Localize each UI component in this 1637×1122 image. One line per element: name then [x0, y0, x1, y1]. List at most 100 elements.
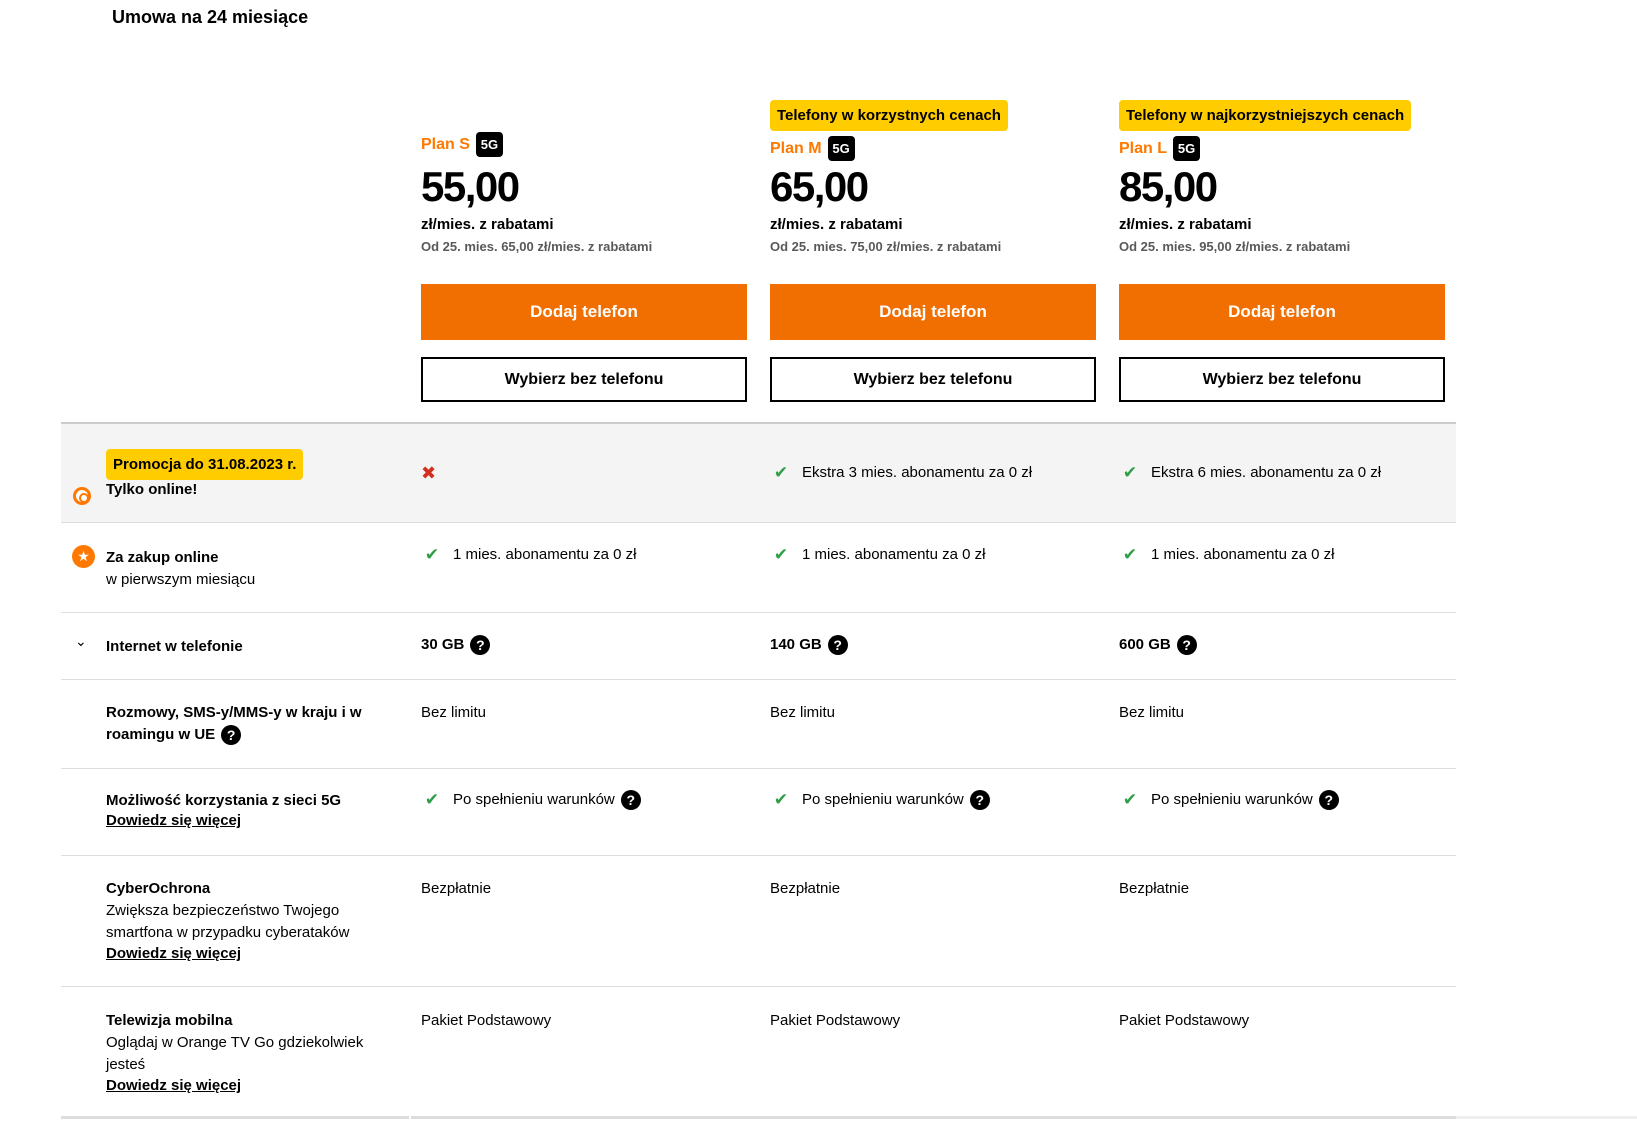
5g-tag: 5G: [475, 132, 503, 157]
mobile-tv-title: Telewizja mobilna: [106, 1012, 233, 1029]
plan-price: 85,00: [1119, 163, 1218, 210]
plan-price-later: Od 25. mies. 75,00 zł/mies. z rabatami: [770, 239, 1002, 254]
plan-badge: Telefony w najkorzystniejszych cenach: [1119, 100, 1412, 131]
online-cell-s: ✔ 1 mies. abonamentu za 0 zł: [421, 544, 637, 566]
5g-tag: 5G: [1173, 136, 1201, 161]
tv-cell-l: Pakiet Podstawowy: [1119, 1012, 1250, 1029]
tv-cell-m: Pakiet Podstawowy: [770, 1012, 901, 1029]
add-phone-button[interactable]: Dodaj telefon: [770, 284, 1096, 340]
calls-cell-s: Bez limitu: [421, 704, 487, 721]
plan-price-unit: zł/mies. z rabatami: [770, 216, 903, 233]
plan-name: Plan S: [421, 135, 470, 153]
mobile-tv-desc-line1: Oglądaj w Orange TV Go gdziekolwiek: [106, 1034, 364, 1051]
cyber-cell-s: Bezpłatnie: [421, 880, 492, 897]
learn-more-link[interactable]: Dowiedz się więcej: [106, 811, 341, 831]
network-5g-label: Możliwość korzystania z sieci 5G Dowiedz…: [106, 791, 341, 831]
check-icon: ✔: [1122, 790, 1138, 809]
promo-label: Tylko online!: [106, 481, 198, 498]
calls-label-line2: roamingu w UE: [106, 726, 216, 743]
online-value: 1 mies. abonamentu za 0 zł: [453, 546, 637, 563]
online-cell-m: ✔ 1 mies. abonamentu za 0 zł: [770, 544, 986, 566]
promo-cell-s: ✖: [421, 462, 436, 484]
check-icon: ✔: [773, 463, 789, 482]
mobile-tv-label: Telewizja mobilna Oglądaj w Orange TV Go…: [106, 1010, 363, 1096]
online-purchase-title: Za zakup online: [106, 549, 219, 566]
check-icon: ✔: [1122, 545, 1138, 564]
online-cell-l: ✔ 1 mies. abonamentu za 0 zł: [1119, 544, 1335, 566]
plan-price-later: Od 25. mies. 65,00 zł/mies. z rabatami: [421, 239, 653, 254]
cross-icon: ✖: [421, 463, 437, 483]
plan-price-unit: zł/mies. z rabatami: [1119, 216, 1252, 233]
plan-price: 55,00: [421, 163, 520, 210]
star-icon: ★: [72, 545, 95, 568]
choose-without-phone-button[interactable]: Wybierz bez telefonu: [421, 357, 747, 402]
cyber-cell-l: Bezpłatnie: [1119, 880, 1190, 897]
bottom-divider: [1456, 1116, 1637, 1119]
online-purchase-row: ★ Za zakup online w pierwszym miesiącu ✔…: [61, 523, 1456, 613]
cyber-protection-label: CyberOchrona Zwiększa bezpieczeństwo Two…: [106, 878, 349, 964]
online-purchase-label: Za zakup online w pierwszym miesiącu: [106, 547, 255, 591]
choose-without-phone-button[interactable]: Wybierz bez telefonu: [770, 357, 1096, 402]
promo-cell-m: ✔ Ekstra 3 mies. abonamentu za 0 zł: [770, 462, 1032, 484]
online-purchase-sublabel: w pierwszym miesiącu: [106, 571, 256, 588]
promo-badge: Promocja do 31.08.2023 r.: [106, 449, 304, 480]
network-5g-cell-s: ✔ Po spełnieniu warunków ?: [421, 789, 641, 811]
internet-value: 140 GB: [770, 636, 822, 653]
plan-price-later: Od 25. mies. 95,00 zł/mies. z rabatami: [1119, 239, 1351, 254]
plan-column-l: Telefony w najkorzystniejszych cenach Pl…: [1119, 0, 1445, 410]
internet-cell-l: 600 GB ?: [1119, 634, 1197, 656]
add-phone-button[interactable]: Dodaj telefon: [1119, 284, 1445, 340]
cyber-protection-title: CyberOchrona: [106, 880, 211, 897]
internet-value: 30 GB: [421, 636, 465, 653]
promo-row: Promocja do 31.08.2023 r. Tylko online! …: [61, 424, 1456, 523]
online-value: 1 mies. abonamentu za 0 zł: [1151, 546, 1335, 563]
cyber-protection-desc-line1: Zwiększa bezpieczeństwo Twojego: [106, 902, 340, 919]
calls-row: Rozmowy, SMS-y/MMS-y w kraju i w roaming…: [61, 680, 1456, 769]
question-icon[interactable]: ?: [620, 790, 641, 810]
add-phone-button[interactable]: Dodaj telefon: [421, 284, 747, 340]
question-icon[interactable]: ?: [1176, 635, 1197, 655]
plan-column-s: Plan S 5G 55,00 zł/mies. z rabatami Od 2…: [421, 0, 747, 410]
network-5g-cell-l: ✔ Po spełnieniu warunków ?: [1119, 789, 1339, 811]
chevron-down-icon[interactable]: ⌄: [75, 633, 87, 650]
calls-label: Rozmowy, SMS-y/MMS-y w kraju i w roaming…: [106, 702, 362, 746]
check-icon: ✔: [773, 545, 789, 564]
contract-title: Umowa na 24 miesiące: [112, 7, 309, 27]
bottom-divider: [411, 1116, 1456, 1119]
promo-value: Ekstra 6 mies. abonamentu za 0 zł: [1151, 464, 1382, 481]
check-icon: ✔: [424, 545, 440, 564]
network-5g-title: Możliwość korzystania z sieci 5G: [106, 792, 342, 809]
network-5g-value: Po spełnieniu warunków: [453, 791, 615, 808]
internet-label: Internet w telefonie: [106, 638, 243, 655]
mobile-tv-row: Telewizja mobilna Oglądaj w Orange TV Go…: [61, 987, 1456, 1116]
plan-price: 65,00: [770, 163, 869, 210]
promo-cell-l: ✔ Ekstra 6 mies. abonamentu za 0 zł: [1119, 462, 1381, 484]
internet-value: 600 GB: [1119, 636, 1171, 653]
question-icon[interactable]: ?: [1318, 790, 1339, 810]
cyber-cell-m: Bezpłatnie: [770, 880, 841, 897]
check-icon: ✔: [1122, 463, 1138, 482]
network-5g-value: Po spełnieniu warunków: [802, 791, 964, 808]
online-value: 1 mies. abonamentu za 0 zł: [802, 546, 986, 563]
calls-label-line1: Rozmowy, SMS-y/MMS-y w kraju i w: [106, 704, 362, 721]
calls-cell-l: Bez limitu: [1119, 704, 1185, 721]
calls-cell-m: Bez limitu: [770, 704, 836, 721]
question-icon[interactable]: ?: [470, 635, 491, 655]
network-5g-row: Możliwość korzystania z sieci 5G Dowiedz…: [61, 769, 1456, 856]
cyber-protection-row: CyberOchrona Zwiększa bezpieczeństwo Two…: [61, 856, 1456, 987]
bottom-divider: [61, 1116, 409, 1119]
learn-more-link[interactable]: Dowiedz się więcej: [106, 1076, 363, 1096]
question-icon[interactable]: ?: [827, 635, 848, 655]
tv-cell-s: Pakiet Podstawowy: [421, 1012, 552, 1029]
cyber-protection-desc-line2: smartfona w przypadku cyberataków: [106, 924, 350, 941]
plan-badge: Telefony w korzystnych cenach: [770, 100, 1008, 131]
online-ring-icon: [73, 487, 91, 505]
learn-more-link[interactable]: Dowiedz się więcej: [106, 944, 349, 964]
question-icon[interactable]: ?: [221, 725, 242, 745]
plan-name: Plan M: [770, 139, 822, 157]
plan-header: Plan S 5G: [421, 132, 503, 157]
internet-row[interactable]: ⌄ Internet w telefonie 30 GB ? 140 GB ? …: [61, 613, 1456, 680]
plan-name: Plan L: [1119, 139, 1168, 157]
question-icon[interactable]: ?: [969, 790, 990, 810]
choose-without-phone-button[interactable]: Wybierz bez telefonu: [1119, 357, 1445, 402]
